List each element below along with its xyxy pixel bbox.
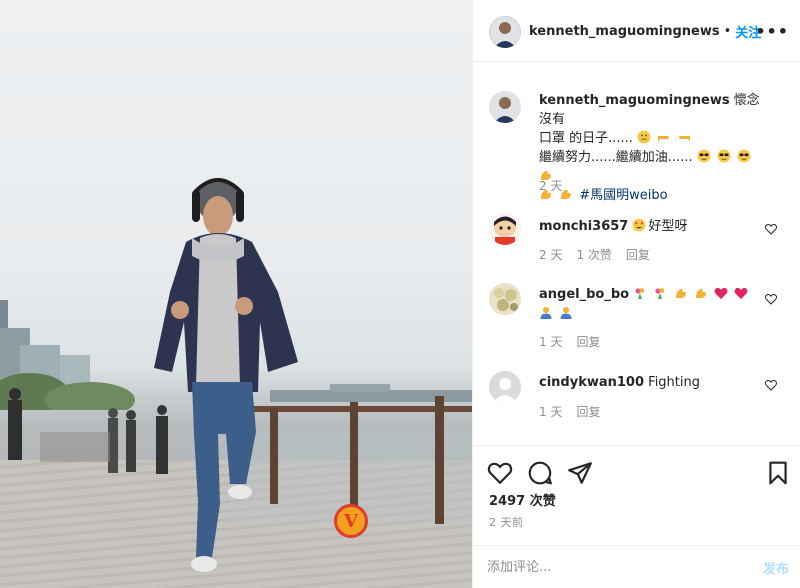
comment-like-heart-icon[interactable] (765, 223, 777, 235)
like-heart-icon[interactable] (487, 460, 513, 486)
comment-text: monchi3657 好型呀 (539, 217, 769, 236)
comment-like-heart-icon[interactable] (765, 293, 777, 305)
share-paper-plane-icon[interactable] (567, 460, 593, 486)
caption-time[interactable]: 2 天 (539, 177, 562, 194)
hashtag-link[interactable]: #馬國明weibo (579, 188, 667, 203)
comment-body: 好型呀 (648, 219, 688, 234)
caption-line3: 繼續努力......繼續加油...... (539, 150, 693, 165)
comment-time[interactable]: 1 天 (539, 333, 562, 350)
pointing-hand-icon-2 (679, 136, 691, 141)
comments-area[interactable]: kenneth_maguomingnews 懷念沒有 口罩 的日子...... … (473, 63, 800, 443)
post-side-panel: kenneth_maguomingnews • 关注 ••• kenneth_m… (472, 0, 800, 588)
comment-item: cindykwan100 Fighting 1 天 回复 (489, 369, 785, 433)
caption-text: kenneth_maguomingnews 懷念沒有 口罩 的日子...... … (539, 91, 769, 205)
post-comment-button[interactable]: 发布 (763, 558, 789, 577)
commenter-username[interactable]: angel_bo_bo (539, 287, 629, 302)
save-bookmark-icon[interactable] (765, 460, 791, 486)
flexed-biceps-icon-5 (695, 289, 706, 298)
post-photo: V (0, 0, 472, 588)
comment-meta: 1 天 回复 (539, 403, 600, 420)
comment-text: cindykwan100 Fighting (539, 373, 769, 392)
comment-input[interactable] (487, 554, 737, 580)
person-icon-2 (560, 307, 572, 319)
reply-button[interactable]: 回复 (576, 403, 600, 420)
reply-button[interactable]: 回复 (576, 333, 600, 350)
action-bar: 2497 次赞 2 天前 (473, 445, 800, 545)
post-header: kenneth_maguomingnews • 关注 ••• (473, 0, 800, 62)
separator-dot: • (723, 24, 732, 39)
comment-like-heart-icon[interactable] (765, 379, 777, 391)
comment-time[interactable]: 2 天 (539, 246, 562, 263)
comment-text: angel_bo_bo (539, 285, 769, 325)
bouquet-icon (635, 288, 645, 299)
pointing-hand-icon (658, 136, 670, 141)
comment-like-count[interactable]: 1 次赞 (576, 246, 611, 263)
post-modal: V kenneth_maguomingnews • 关注 ••• kenneth… (0, 0, 800, 588)
commenter-avatar[interactable] (489, 213, 521, 245)
commenter-avatar[interactable] (489, 371, 521, 403)
caption-avatar-image (489, 91, 521, 123)
heart-eyes-face-icon (632, 218, 646, 232)
reply-button[interactable]: 回复 (626, 246, 650, 263)
comment-item: monchi3657 好型呀 2 天 1 次赞 回复 (489, 211, 785, 275)
author-username[interactable]: kenneth_maguomingnews (529, 24, 720, 39)
watermark-letter: V (344, 510, 358, 532)
author-avatar[interactable] (489, 16, 521, 48)
sunglasses-face-icon (697, 149, 711, 163)
comment-bubble-icon[interactable] (527, 460, 553, 486)
caption-line2: 口罩 的日子...... (539, 131, 633, 146)
bouquet-icon-2 (655, 288, 665, 299)
watermark-logo: V (334, 504, 368, 538)
floral-avatar-image (489, 283, 521, 315)
commenter-username[interactable]: monchi3657 (539, 219, 628, 234)
commenter-username[interactable]: cindykwan100 (539, 375, 644, 390)
add-comment-bar: 发布 (473, 545, 800, 588)
sunglasses-face-icon-3 (737, 149, 751, 163)
thinking-face-icon (637, 130, 651, 144)
caption-username[interactable]: kenneth_maguomingnews (539, 93, 730, 108)
sunglasses-face-icon-2 (717, 149, 731, 163)
red-heart-icon (714, 287, 728, 299)
cartoon-avatar-image (489, 213, 521, 245)
default-avatar-icon (489, 371, 521, 403)
more-options-icon[interactable]: ••• (755, 22, 789, 41)
comment-meta: 2 天 1 次赞 回复 (539, 246, 650, 263)
flexed-biceps-icon-4 (675, 289, 686, 298)
commenter-avatar[interactable] (489, 283, 521, 315)
post-timestamp[interactable]: 2 天前 (489, 514, 524, 530)
caption-meta: 2 天 (539, 177, 562, 194)
red-heart-icon-2 (734, 287, 748, 299)
comment-body: Fighting (648, 375, 700, 390)
runner (154, 178, 298, 572)
person-icon (540, 307, 552, 319)
comment-time[interactable]: 1 天 (539, 403, 562, 420)
caption: kenneth_maguomingnews 懷念沒有 口罩 的日子...... … (489, 79, 785, 203)
comment-meta: 1 天 回复 (539, 333, 600, 350)
like-count[interactable]: 2497 次赞 (489, 490, 556, 509)
caption-avatar[interactable] (489, 91, 521, 123)
comment-item: angel_bo_bo 1 天 回复 (489, 283, 785, 363)
